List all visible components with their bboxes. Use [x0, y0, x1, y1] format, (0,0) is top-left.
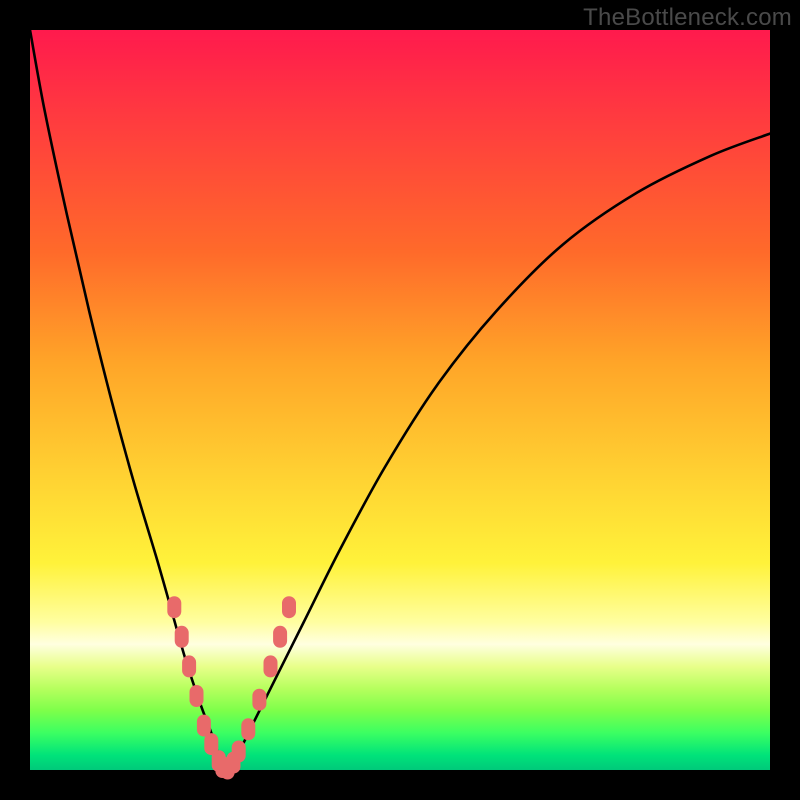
- chart-svg: [30, 30, 770, 770]
- plot-area: [30, 30, 770, 770]
- marker-dot: [273, 626, 287, 648]
- marker-dot: [182, 655, 196, 677]
- marker-dot: [264, 655, 278, 677]
- marker-dot: [167, 596, 181, 618]
- chart-frame: TheBottleneck.com: [0, 0, 800, 800]
- marker-dot: [175, 626, 189, 648]
- marker-dot: [190, 685, 204, 707]
- marker-dot: [232, 741, 246, 763]
- bottleneck-curve: [30, 30, 770, 770]
- marker-dot: [282, 596, 296, 618]
- marker-dot: [197, 715, 211, 737]
- highlight-markers: [167, 596, 296, 779]
- marker-dot: [252, 689, 266, 711]
- marker-dot: [241, 718, 255, 740]
- watermark-text: TheBottleneck.com: [583, 4, 792, 32]
